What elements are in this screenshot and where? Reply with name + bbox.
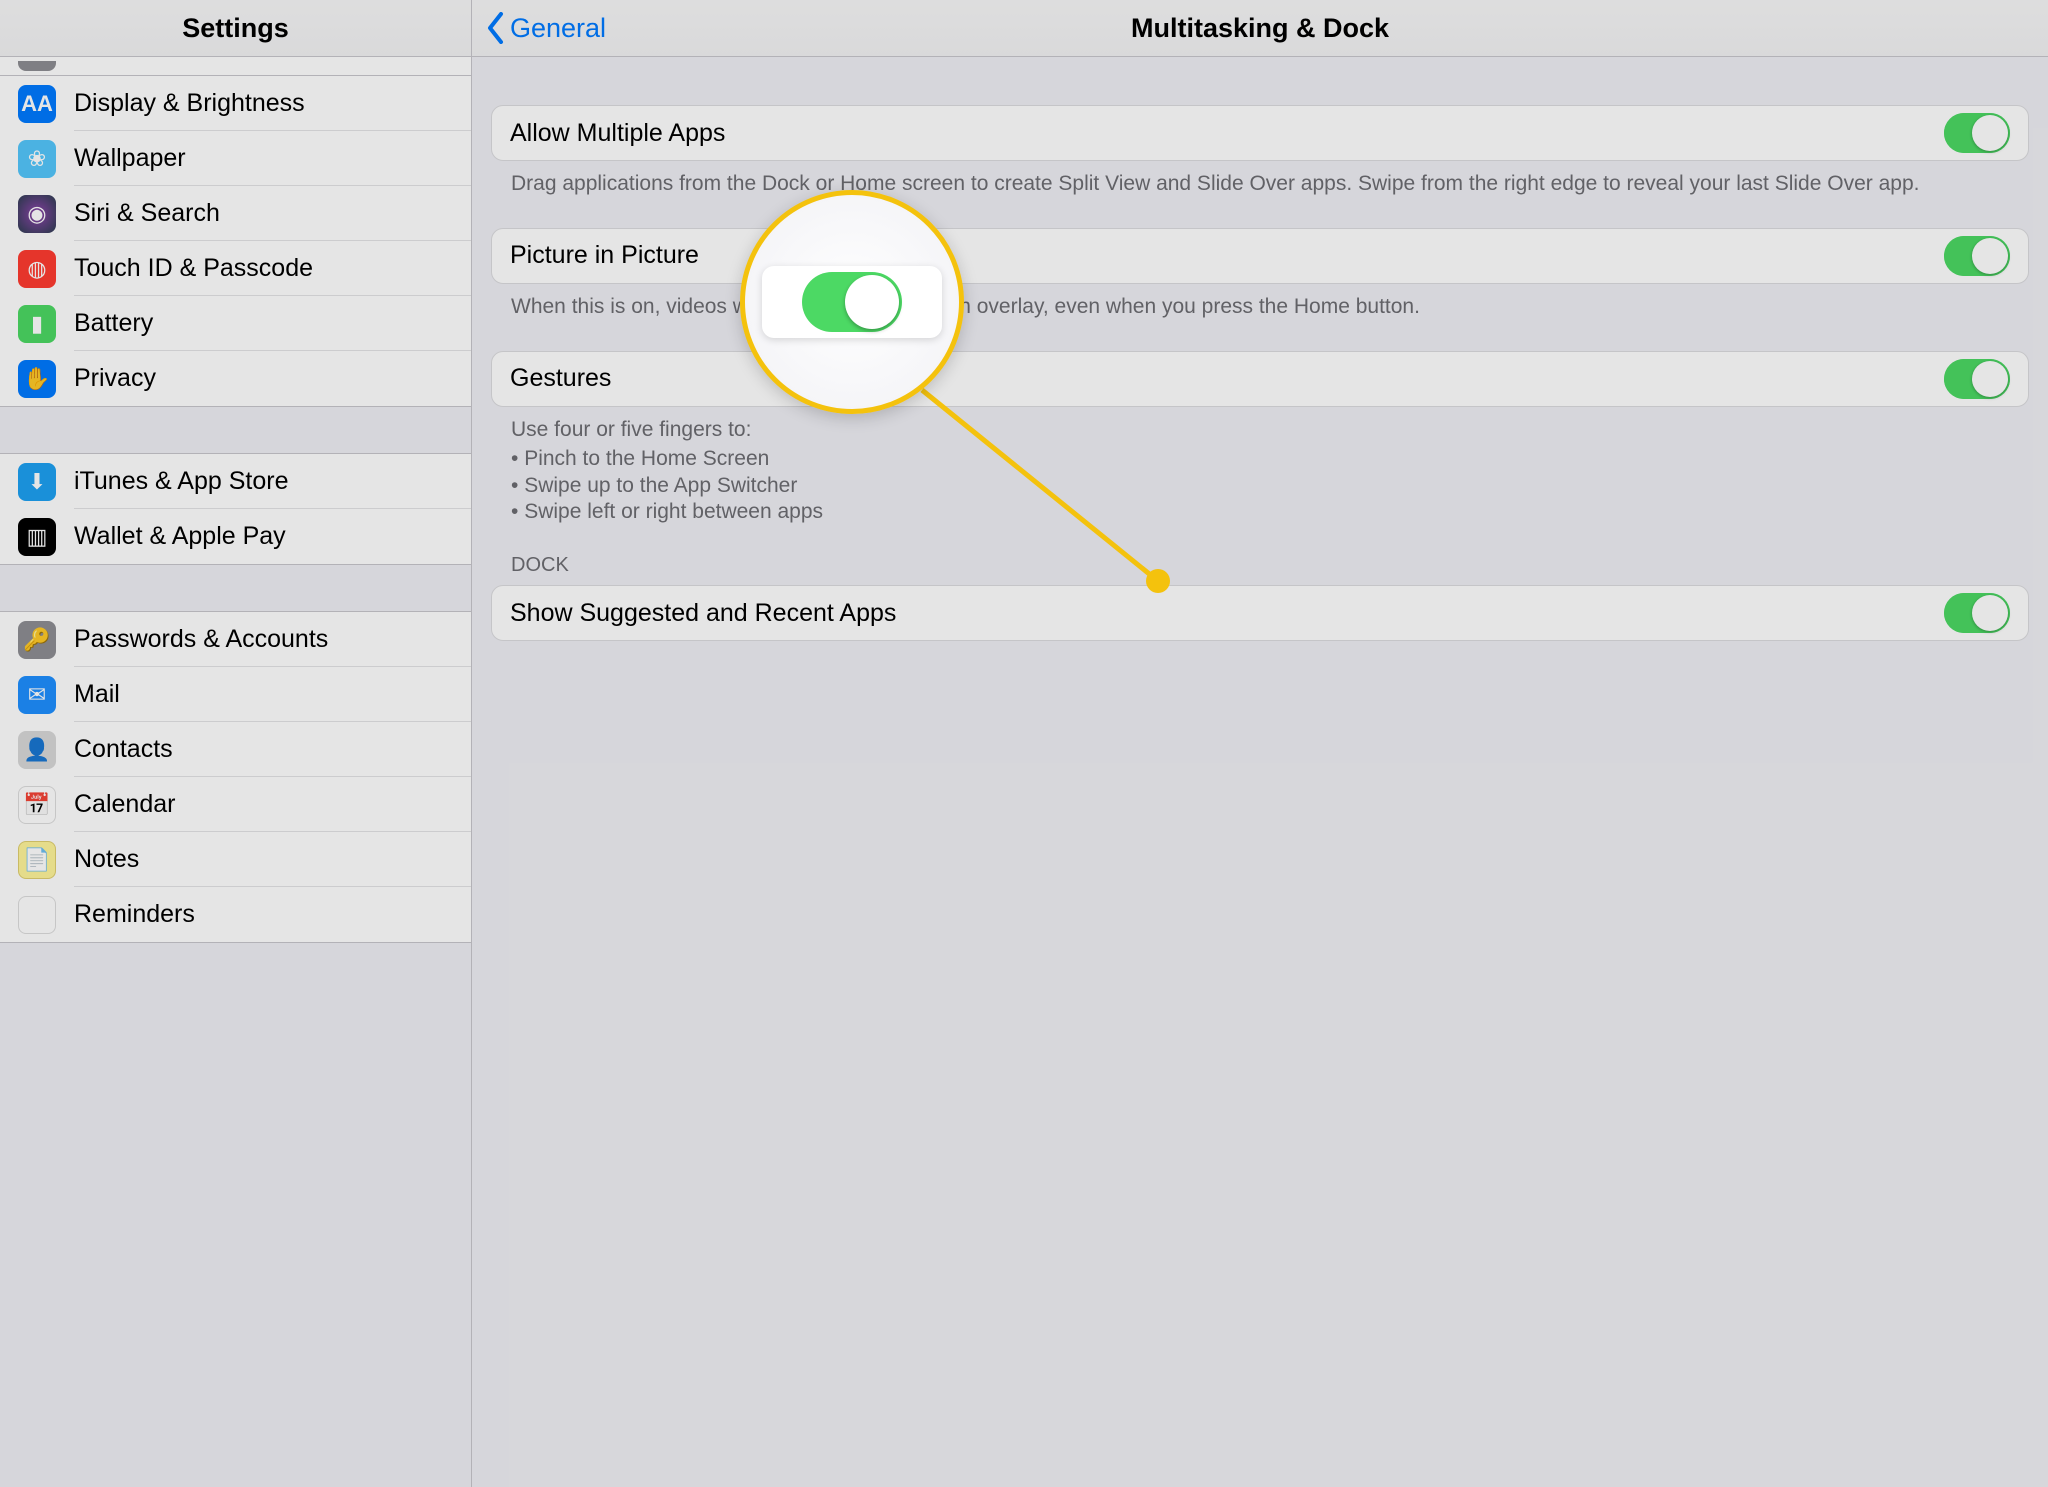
sidebar-item-label: Passwords & Accounts: [74, 625, 328, 654]
sidebar-item-calendar[interactable]: 📅 Calendar: [0, 777, 471, 832]
app-store-icon: ⬇: [18, 463, 56, 501]
back-label: General: [510, 13, 606, 44]
battery-icon: ▮: [18, 305, 56, 343]
allow-multiple-apps-toggle[interactable]: [1944, 113, 2010, 153]
allow-multiple-apps-desc: Drag applications from the Dock or Home …: [491, 161, 2029, 198]
sidebar-item-label: Reminders: [74, 900, 195, 929]
sidebar-item-label: Mail: [74, 680, 120, 709]
sidebar-item-mail[interactable]: ✉ Mail: [0, 667, 471, 722]
sidebar-item-label: Wallet & Apple Pay: [74, 522, 286, 551]
gestures-desc-item: Swipe up to the App Switcher: [511, 473, 2009, 500]
contacts-icon: 👤: [18, 731, 56, 769]
sidebar-item-wallet[interactable]: ▥ Wallet & Apple Pay: [0, 509, 471, 564]
sidebar-item-label: Siri & Search: [74, 199, 220, 228]
gestures-desc: Use four or five fingers to: Pinch to th…: [491, 407, 2029, 527]
gestures-desc-item: Pinch to the Home Screen: [511, 446, 2009, 473]
chevron-left-icon: [486, 12, 506, 44]
sidebar-item-label: Touch ID & Passcode: [74, 254, 313, 283]
allow-multiple-apps-card: Allow Multiple Apps: [491, 105, 2029, 161]
dock-section-header: DOCK: [491, 526, 2029, 585]
gestures-desc-header: Use four or five fingers to:: [511, 418, 751, 441]
sidebar-item-battery[interactable]: ▮ Battery: [0, 296, 471, 351]
callout-toggle-preview: [762, 266, 942, 338]
sidebar-item-contacts[interactable]: 👤 Contacts: [0, 722, 471, 777]
sidebar-item-touchid[interactable]: ◍ Touch ID & Passcode: [0, 241, 471, 296]
detail-pane: General Multitasking & Dock Allow Multip…: [472, 0, 2048, 1487]
sidebar-item-label: Wallpaper: [74, 144, 186, 173]
settings-sidebar: Settings AA Display & Brightness ❀ Wallp…: [0, 0, 472, 1487]
sidebar-item-display[interactable]: AA Display & Brightness: [0, 76, 471, 131]
sidebar-item-label: Calendar: [74, 790, 175, 819]
callout-magnifier: [740, 190, 964, 414]
picture-in-picture-card: Picture in Picture: [491, 228, 2029, 284]
gestures-desc-item: Swipe left or right between apps: [511, 499, 2009, 526]
fingerprint-icon: ◍: [18, 250, 56, 288]
sidebar-item-privacy[interactable]: ✋ Privacy: [0, 351, 471, 406]
sidebar-item-label: Display & Brightness: [74, 89, 305, 118]
sidebar-item-reminders[interactable]: ⋮ Reminders: [0, 887, 471, 942]
sidebar-item-partial-above[interactable]: [0, 57, 471, 75]
sidebar-item-siri[interactable]: ◉ Siri & Search: [0, 186, 471, 241]
privacy-hand-icon: ✋: [18, 360, 56, 398]
key-icon: 🔑: [18, 621, 56, 659]
display-brightness-icon: AA: [18, 85, 56, 123]
gestures-card: Gestures: [491, 351, 2029, 407]
gestures-label: Gestures: [510, 364, 611, 393]
detail-header: General Multitasking & Dock: [472, 0, 2048, 57]
placeholder-icon: [18, 61, 56, 71]
gestures-toggle[interactable]: [1944, 359, 2010, 399]
sidebar-item-notes[interactable]: 📄 Notes: [0, 832, 471, 887]
picture-in-picture-toggle[interactable]: [1944, 236, 2010, 276]
notes-icon: 📄: [18, 841, 56, 879]
page-title: Multitasking & Dock: [472, 13, 2048, 44]
calendar-icon: 📅: [18, 786, 56, 824]
wallet-icon: ▥: [18, 518, 56, 556]
siri-icon: ◉: [18, 195, 56, 233]
sidebar-header: Settings: [0, 0, 471, 57]
wallpaper-icon: ❀: [18, 140, 56, 178]
show-suggested-label: Show Suggested and Recent Apps: [510, 599, 896, 628]
sidebar-item-label: Privacy: [74, 364, 156, 393]
sidebar-item-label: Notes: [74, 845, 139, 874]
mail-icon: ✉: [18, 676, 56, 714]
sidebar-item-label: Contacts: [74, 735, 173, 764]
callout-toggle-icon: [802, 272, 902, 332]
sidebar-item-label: iTunes & App Store: [74, 467, 288, 496]
sidebar-item-passwords[interactable]: 🔑 Passwords & Accounts: [0, 612, 471, 667]
show-suggested-toggle[interactable]: [1944, 593, 2010, 633]
show-suggested-card: Show Suggested and Recent Apps: [491, 585, 2029, 641]
back-button[interactable]: General: [472, 12, 606, 44]
sidebar-item-itunes[interactable]: ⬇ iTunes & App Store: [0, 454, 471, 509]
picture-in-picture-desc: When this is on, videos will continue pl…: [491, 284, 2029, 321]
reminders-icon: ⋮: [18, 896, 56, 934]
sidebar-item-wallpaper[interactable]: ❀ Wallpaper: [0, 131, 471, 186]
sidebar-item-label: Battery: [74, 309, 153, 338]
sidebar-title: Settings: [182, 13, 289, 44]
allow-multiple-apps-label: Allow Multiple Apps: [510, 119, 725, 148]
picture-in-picture-label: Picture in Picture: [510, 241, 699, 270]
